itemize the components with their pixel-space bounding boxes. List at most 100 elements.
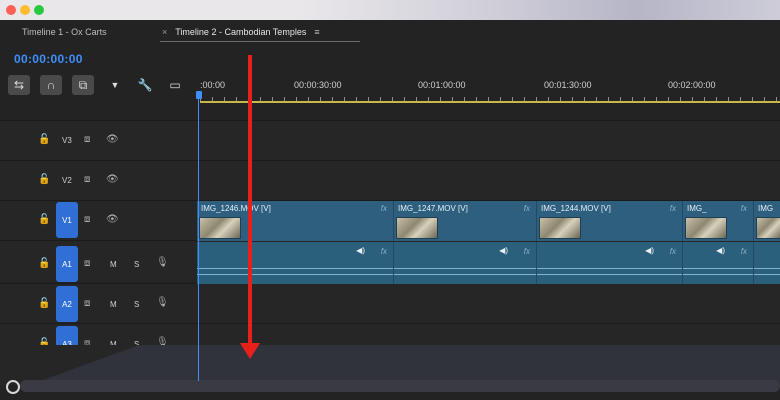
close-window-button[interactable] — [6, 5, 16, 15]
horizontal-scrollbar[interactable] — [20, 380, 780, 392]
sync-lock-icon[interactable]: ⧈ — [84, 134, 90, 145]
waveform-line — [394, 274, 536, 275]
lock-icon[interactable]: 🔓 — [38, 134, 50, 145]
lock-icon[interactable]: 🔓 — [38, 214, 50, 225]
solo-button[interactable]: S — [134, 260, 139, 269]
insert-sequence-button[interactable]: ⇆ — [8, 75, 30, 95]
annotation-arrow-head — [240, 343, 260, 359]
fx-badge-icon: fx — [380, 204, 387, 213]
captions-icon: ▭ — [169, 78, 181, 92]
lock-icon[interactable]: 🔓 — [38, 298, 50, 309]
fx-badge-icon: fx — [740, 204, 747, 213]
microphone-icon[interactable]: 🎙 — [156, 257, 169, 268]
video-clip[interactable]: IMG_1246.MOV [V] fx — [197, 201, 394, 241]
video-clip[interactable]: IMG_ fx — [683, 201, 754, 241]
waveform-line — [754, 274, 780, 275]
close-tab-icon[interactable]: × — [162, 27, 167, 37]
sync-lock-icon[interactable]: ⧈ — [84, 298, 90, 309]
track-label-v1: V1 — [62, 215, 72, 225]
mute-button[interactable]: M — [110, 260, 117, 269]
solo-button[interactable]: S — [134, 300, 139, 309]
audio-clip[interactable]: ◀) fx — [683, 242, 754, 284]
track-target-a1[interactable]: A1 — [56, 246, 78, 282]
settings-button[interactable]: 🔧 — [134, 75, 156, 95]
tab-label: Timeline 1 - Ox Carts — [22, 27, 107, 37]
ruler-label: 00:01:00:00 — [418, 80, 466, 90]
audio-clip[interactable]: ◀) fx — [394, 242, 537, 284]
lock-icon[interactable]: 🔓 — [38, 174, 50, 185]
track-row-a2 — [0, 283, 780, 324]
captions-button[interactable]: ▭ — [164, 75, 186, 95]
fx-badge-icon: fx — [523, 247, 530, 256]
waveform-line — [683, 274, 753, 275]
waveform-line — [537, 274, 682, 275]
work-area-bar[interactable] — [200, 101, 780, 103]
playhead-handle[interactable] — [196, 91, 202, 99]
waveform-line — [197, 268, 393, 269]
annotation-arrow-shaft — [248, 55, 252, 347]
track-label-a2: A2 — [62, 299, 72, 309]
microphone-icon[interactable]: 🎙 — [156, 297, 169, 308]
eye-icon[interactable]: 👁 — [106, 174, 119, 185]
minimize-window-button[interactable] — [20, 5, 30, 15]
sync-lock-icon[interactable]: ⧈ — [84, 214, 90, 225]
lock-icon[interactable]: 🔓 — [38, 258, 50, 269]
zoom-window-button[interactable] — [34, 5, 44, 15]
ruler-label: 00:00:30:00 — [294, 80, 342, 90]
playhead-line[interactable] — [198, 99, 199, 381]
ruler-label: 00:02:00:00 — [668, 80, 716, 90]
tab-label: Timeline 2 - Cambodian Temples — [175, 27, 307, 37]
panel-menu-icon[interactable]: ≡ — [314, 27, 319, 37]
add-marker-button[interactable]: ▼ — [104, 75, 126, 95]
tab-timeline-1[interactable]: Timeline 1 - Ox Carts — [22, 27, 107, 37]
track-label-v3: V3 — [62, 136, 72, 145]
clip-name: IMG_1247.MOV [V] — [398, 204, 468, 213]
mute-button[interactable]: M — [110, 300, 117, 309]
clip-name: IMG_ — [687, 204, 707, 213]
fx-badge-icon: fx — [523, 204, 530, 213]
playhead-timecode[interactable]: 00:00:00:00 — [14, 52, 83, 66]
video-clip[interactable]: IMG_1247.MOV [V] fx — [394, 201, 537, 241]
window-titlebar — [0, 0, 780, 21]
tab-timeline-2[interactable]: × Timeline 2 - Cambodian Temples ≡ — [162, 27, 320, 37]
clip-name: IMG_1246.MOV [V] — [201, 204, 271, 213]
fx-badge-icon: fx — [380, 247, 387, 256]
volume-keyframe-icon: ◀) — [356, 246, 365, 255]
track-target-v1[interactable]: V1 — [56, 202, 78, 238]
insert-sequence-icon: ⇆ — [13, 78, 25, 92]
snap-button[interactable]: ∩ — [40, 75, 62, 95]
sync-lock-icon[interactable]: ⧈ — [84, 174, 90, 185]
add-marker-icon: ▼ — [110, 80, 120, 90]
video-clip[interactable]: IMG_1244.MOV [V] fx — [537, 201, 683, 241]
eye-icon[interactable]: 👁 — [106, 214, 119, 225]
audio-clip[interactable]: ◀) fx — [537, 242, 683, 284]
track-header-footer — [0, 345, 196, 385]
clip-thumbnail — [539, 217, 581, 239]
linked-selection-button[interactable]: ⧉ — [72, 75, 94, 95]
snap-magnet-icon: ∩ — [46, 78, 56, 92]
timeline-tabs: Timeline 1 - Ox Carts × Timeline 2 - Camb… — [0, 20, 780, 46]
zoom-handle[interactable] — [6, 380, 20, 394]
clip-thumbnail — [685, 217, 727, 239]
ruler-label: :00:00 — [200, 80, 226, 90]
track-label-v2: V2 — [62, 176, 72, 185]
waveform-line — [537, 268, 682, 269]
waveform-line — [754, 268, 780, 269]
waveform-line — [197, 274, 393, 275]
clip-thumbnail — [396, 217, 438, 239]
track-target-a2[interactable]: A2 — [56, 286, 78, 322]
audio-clip[interactable] — [754, 242, 780, 284]
clip-thumbnail — [756, 217, 780, 239]
waveform-line — [394, 268, 536, 269]
eye-icon[interactable]: 👁 — [106, 134, 119, 145]
clip-thumbnail — [199, 217, 241, 239]
sync-lock-icon[interactable]: ⧈ — [84, 258, 90, 269]
titlebar-background — [300, 0, 780, 20]
audio-clip[interactable]: ◀) fx — [197, 242, 394, 284]
fx-badge-icon: fx — [669, 247, 676, 256]
video-clip[interactable]: IMG — [754, 201, 780, 241]
clip-name: IMG — [758, 204, 774, 213]
volume-keyframe-icon: ◀) — [499, 246, 508, 255]
ruler-label: 00:01:30:00 — [544, 80, 592, 90]
waveform-line — [683, 268, 753, 269]
